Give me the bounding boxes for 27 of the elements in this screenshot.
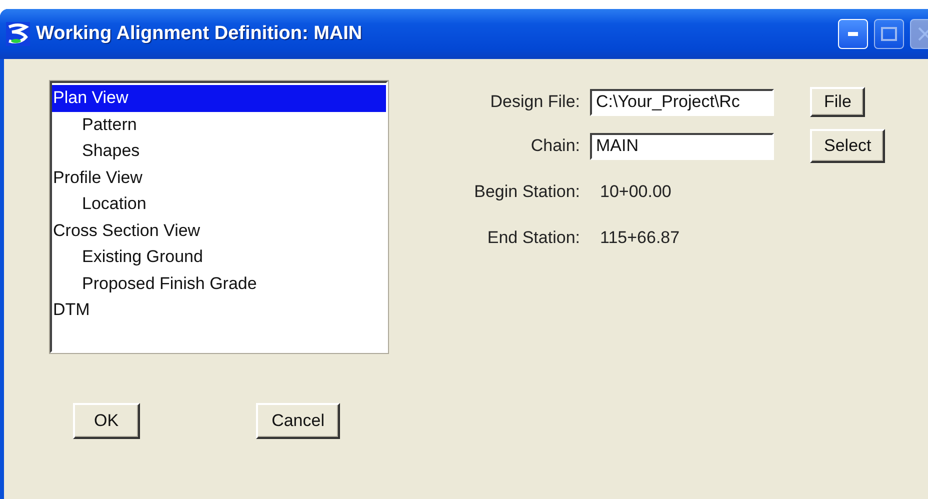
- tree-item[interactable]: Plan View: [52, 85, 386, 112]
- cancel-button[interactable]: Cancel: [256, 403, 340, 439]
- tree-item[interactable]: Shapes: [52, 138, 386, 164]
- ok-button[interactable]: OK: [73, 403, 140, 439]
- tree-item[interactable]: DTM: [52, 297, 386, 324]
- tree-item[interactable]: Pattern: [52, 112, 386, 138]
- text-field[interactable]: C:\Your_Project\Rc: [590, 88, 774, 116]
- text-field[interactable]: MAIN: [590, 132, 774, 160]
- select-button[interactable]: Select: [810, 129, 886, 163]
- tree-item[interactable]: Location: [52, 191, 386, 218]
- maximize-icon: [881, 27, 897, 41]
- tree-item[interactable]: Proposed Finish Grade: [52, 270, 386, 297]
- tree-item[interactable]: Cross Section View: [52, 218, 386, 244]
- station-value: 10+00.00: [599, 182, 672, 202]
- app-logo-icon: [6, 22, 30, 46]
- tree-item[interactable]: Existing Ground: [52, 244, 386, 270]
- minimize-icon: [848, 32, 858, 36]
- field-label: End Station:: [487, 228, 581, 248]
- window-title: Working Alignment Definition: MAIN: [36, 23, 364, 45]
- file-button[interactable]: File: [810, 87, 866, 117]
- minimize-button[interactable]: [838, 19, 868, 49]
- maximize-button[interactable]: [874, 19, 904, 49]
- field-label: Design File:: [490, 92, 581, 112]
- station-value: 115+66.87: [599, 228, 680, 248]
- tree-item[interactable]: Profile View: [52, 164, 386, 191]
- field-label: Begin Station:: [474, 182, 581, 202]
- field-label: Chain:: [530, 136, 581, 156]
